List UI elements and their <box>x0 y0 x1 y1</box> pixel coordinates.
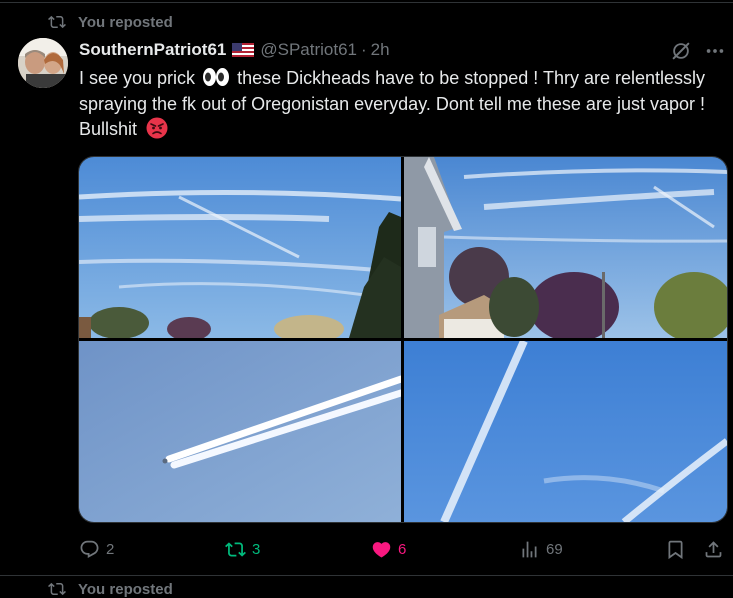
heart-icon <box>372 541 391 558</box>
top-divider <box>0 2 733 3</box>
next-repost-banner-label: You reposted <box>78 580 173 598</box>
bottom-divider <box>0 575 733 576</box>
media-photo-crossing-contrails[interactable] <box>404 341 727 522</box>
angry-face-emoji-icon <box>146 117 168 139</box>
like-count: 6 <box>398 540 407 558</box>
avatar-photo <box>18 38 68 88</box>
post-text: I see you prick these Dickheads have to … <box>79 66 729 143</box>
author-handle[interactable]: @SPatriot61 <box>260 40 357 60</box>
analytics-icon <box>522 541 537 557</box>
next-repost-banner[interactable]: You reposted <box>48 580 173 598</box>
repost-icon <box>225 541 246 557</box>
repost-banner[interactable]: You reposted <box>48 12 173 32</box>
reply-count: 2 <box>106 540 115 558</box>
grok-icon[interactable] <box>670 40 692 62</box>
like-button[interactable]: 6 <box>371 538 406 560</box>
post-text-part1: I see you prick <box>79 68 196 88</box>
more-icon[interactable] <box>704 40 726 62</box>
views-button[interactable]: 69 <box>519 538 563 560</box>
eyes-emoji-icon <box>203 68 230 86</box>
views-count: 69 <box>546 540 563 558</box>
share-button[interactable] <box>703 538 730 560</box>
media-photo-sky-tree[interactable] <box>79 157 401 338</box>
media-photo-house-sky[interactable] <box>404 157 727 338</box>
reply-button[interactable]: 2 <box>79 538 114 560</box>
repost-count: 3 <box>252 540 261 558</box>
post-time[interactable]: 2h <box>371 40 390 60</box>
reply-icon <box>80 540 99 558</box>
bookmark-icon <box>668 540 683 559</box>
header-separator: · <box>361 40 367 59</box>
media-grid <box>78 156 728 523</box>
avatar[interactable] <box>18 38 68 88</box>
bookmark-button[interactable] <box>665 538 692 560</box>
us-flag-icon <box>232 43 255 57</box>
post-header: SouthernPatriot61 @SPatriot61 · 2h <box>79 38 390 62</box>
action-bar: 2 3 6 69 <box>79 538 727 560</box>
author-name[interactable]: SouthernPatriot61 <box>79 40 226 60</box>
repost-icon <box>48 15 66 29</box>
media-photo-plane-contrail[interactable] <box>79 341 401 522</box>
repost-icon <box>48 582 66 596</box>
repost-banner-label: You reposted <box>78 13 173 31</box>
repost-button[interactable]: 3 <box>225 538 260 560</box>
share-icon <box>705 540 722 557</box>
